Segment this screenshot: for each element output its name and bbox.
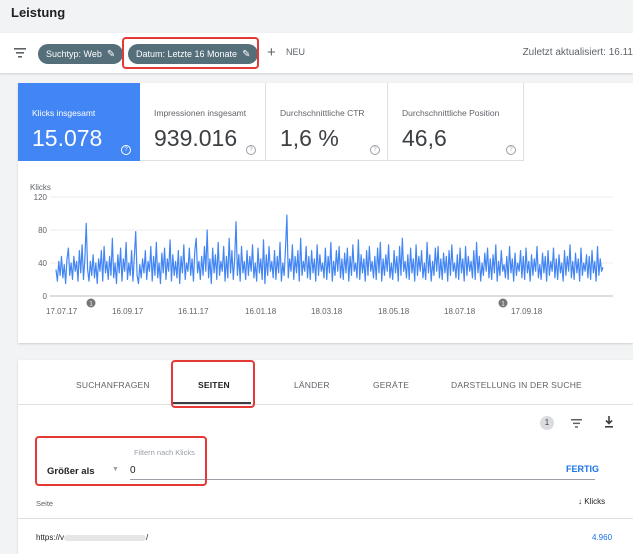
metric-label: Klicks insgesamt bbox=[32, 108, 96, 118]
search-type-chip-label: Suchtyp: Web bbox=[46, 49, 102, 59]
y-tick-label: 40 bbox=[38, 259, 47, 268]
dimension-table-card: SUCHANFRAGEN SEITEN LÄNDER GERÄTE DARSTE… bbox=[18, 360, 633, 554]
metric-value: 46,6 bbox=[402, 125, 447, 151]
tab-divider bbox=[18, 404, 633, 405]
y-tick-label: 120 bbox=[34, 193, 48, 202]
x-tick-label: 18.03.18 bbox=[311, 307, 343, 316]
highlight-box-filter bbox=[35, 436, 207, 486]
performance-card: Klicks insgesamt 15.078 ? Impressionen i… bbox=[18, 83, 633, 343]
tab-devices[interactable]: GERÄTE bbox=[373, 380, 409, 390]
x-tick-label: 18.05.18 bbox=[378, 307, 410, 316]
help-icon[interactable]: ? bbox=[506, 145, 516, 155]
y-tick-label: 0 bbox=[43, 292, 48, 301]
active-filter-count-badge: 1 bbox=[540, 416, 554, 430]
metric-value: 1,6 % bbox=[280, 125, 339, 151]
filter-list-icon[interactable] bbox=[14, 48, 26, 58]
x-tick-label: 18.07.18 bbox=[444, 307, 476, 316]
sort-arrow-down-icon: ↓ bbox=[578, 497, 582, 506]
clicks-line-chart: Klicks 0 40 80 120 17.07.17 16.09.17 16.11.17… bbox=[30, 183, 613, 316]
help-icon[interactable]: ? bbox=[370, 145, 380, 155]
metric-label: Durchschnittliche Position bbox=[402, 108, 500, 118]
metric-average-ctr[interactable]: Durchschnittliche CTR 1,6 % ? bbox=[266, 83, 388, 161]
metric-value: 939.016 bbox=[154, 125, 238, 151]
row-page-url-end: / bbox=[146, 533, 149, 542]
metric-label: Durchschnittliche CTR bbox=[280, 108, 365, 118]
column-header-page: Seite bbox=[36, 499, 54, 508]
highlight-box-date bbox=[122, 37, 259, 69]
blurred-url-segment bbox=[64, 534, 147, 541]
page-title: Leistung bbox=[11, 5, 66, 20]
download-icon[interactable] bbox=[604, 416, 614, 428]
last-updated-text: Zuletzt aktualisiert: 16.11 bbox=[522, 47, 633, 58]
highlight-box-pages-tab bbox=[171, 360, 255, 408]
y-tick-label: 80 bbox=[38, 226, 47, 235]
y-axis-ticks: 0 40 80 120 bbox=[34, 193, 48, 301]
search-type-chip[interactable]: Suchtyp: Web ✎ bbox=[38, 44, 124, 64]
tab-search-appearance[interactable]: DARSTELLUNG IN DER SUCHE bbox=[451, 380, 582, 390]
column-header-clicks[interactable]: ↓ Klicks bbox=[578, 497, 605, 506]
x-axis-ticks: 17.07.17 16.09.17 16.11.17 16.01.18 18.03.18… bbox=[46, 307, 543, 316]
metric-label: Impressionen insgesamt bbox=[154, 108, 247, 118]
help-icon[interactable]: ? bbox=[121, 145, 131, 155]
filter-toolbar: Suchtyp: Web ✎ Datum: Letzte 16 Monate ✎ +… bbox=[0, 33, 633, 73]
metric-average-position[interactable]: Durchschnittliche Position 46,6 ? bbox=[388, 83, 524, 161]
metric-total-impressions[interactable]: Impressionen insgesamt 939.016 ? bbox=[140, 83, 266, 161]
x-tick-label: 17.09.18 bbox=[511, 307, 543, 316]
row-page-url-start: https://v bbox=[36, 533, 65, 542]
annotation-marker[interactable]: 1 bbox=[86, 298, 96, 308]
y-axis-label: Klicks bbox=[30, 183, 51, 192]
edit-pencil-icon: ✎ bbox=[106, 49, 116, 60]
help-icon[interactable]: ? bbox=[246, 145, 256, 155]
add-icon[interactable]: + bbox=[267, 44, 276, 62]
metric-value: 15.078 bbox=[32, 125, 103, 151]
filter-list-icon[interactable] bbox=[571, 419, 582, 428]
column-header-clicks-label: Klicks bbox=[584, 497, 606, 506]
new-filter-button[interactable]: NEU bbox=[286, 47, 305, 57]
x-tick-label: 16.09.17 bbox=[112, 307, 144, 316]
row-clicks-value: 4.960 bbox=[592, 533, 613, 542]
x-tick-label: 17.07.17 bbox=[46, 307, 78, 316]
series-line-clicks bbox=[55, 214, 604, 285]
row-page-url[interactable]: https://v / bbox=[36, 533, 148, 542]
metric-total-clicks[interactable]: Klicks insgesamt 15.078 ? bbox=[18, 83, 140, 161]
annotation-marker[interactable]: 1 bbox=[498, 298, 508, 308]
table-row[interactable]: https://v / 4.960 bbox=[18, 519, 633, 554]
x-tick-label: 16.01.18 bbox=[245, 307, 277, 316]
tab-countries[interactable]: LÄNDER bbox=[294, 380, 330, 390]
tab-queries[interactable]: SUCHANFRAGEN bbox=[76, 380, 150, 390]
x-tick-label: 16.11.17 bbox=[178, 307, 209, 316]
done-button[interactable]: FERTIG bbox=[566, 464, 599, 474]
